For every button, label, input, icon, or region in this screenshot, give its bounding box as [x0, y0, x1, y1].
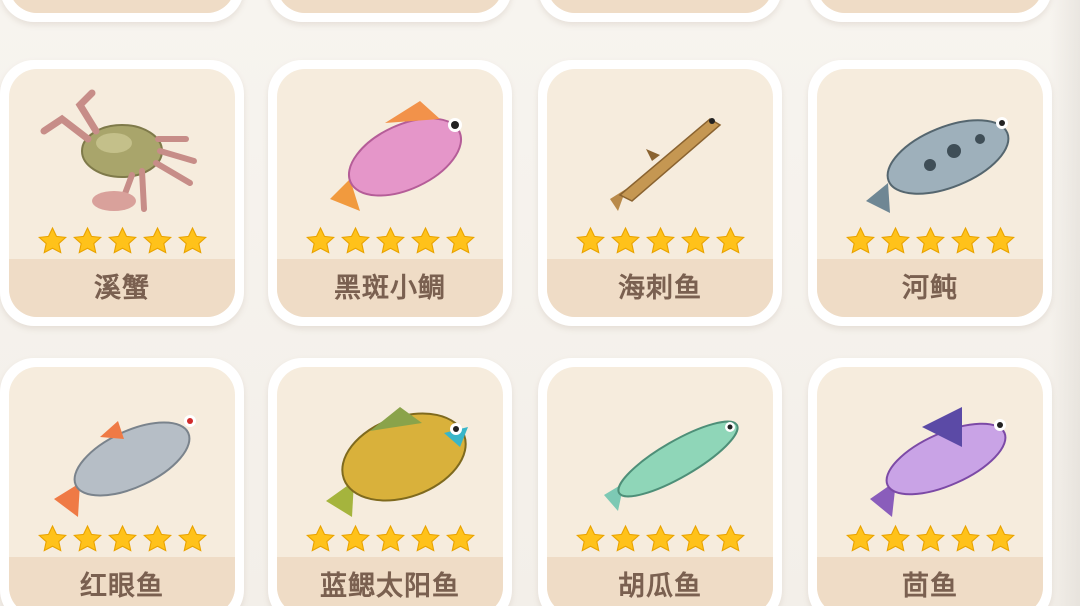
star-icon — [914, 225, 947, 259]
star-icon — [644, 225, 677, 259]
star-icon — [679, 523, 712, 557]
star-icon — [339, 225, 372, 259]
star-rating — [277, 523, 503, 557]
star-icon — [879, 523, 912, 557]
star-icon — [609, 225, 642, 259]
star-icon — [609, 523, 642, 557]
star-icon — [71, 523, 104, 557]
star-rating — [277, 225, 503, 259]
star-icon — [679, 225, 712, 259]
star-icon — [374, 523, 407, 557]
star-icon — [844, 225, 877, 259]
star-icon — [374, 225, 407, 259]
fish-card[interactable]: 溪蟹 — [0, 60, 244, 326]
pufferfish-icon — [827, 79, 1033, 229]
fish-name: 黑斑小鲷 — [334, 273, 446, 304]
stickleback-icon — [557, 79, 763, 229]
star-icon — [409, 225, 442, 259]
star-icon — [106, 523, 139, 557]
pink-bream-icon — [287, 79, 493, 229]
fish-card[interactable]: 茴鱼 — [808, 358, 1052, 606]
star-icon — [36, 523, 69, 557]
fish-card[interactable]: 黑斑小鲷 — [268, 60, 512, 326]
star-rating — [547, 523, 773, 557]
star-icon — [176, 523, 209, 557]
star-icon — [304, 225, 337, 259]
fish-name: 茴鱼 — [902, 571, 958, 602]
star-icon — [714, 523, 747, 557]
right-edge-shade — [1050, 0, 1080, 606]
star-icon — [106, 225, 139, 259]
star-icon — [714, 225, 747, 259]
star-icon — [914, 523, 947, 557]
fish-name: 海刺鱼 — [618, 273, 702, 304]
crab-icon — [19, 79, 225, 229]
star-rating — [817, 225, 1043, 259]
fish-card[interactable]: 蓝鳃太阳鱼 — [268, 358, 512, 606]
fish-card[interactable]: 河鲀 — [808, 60, 1052, 326]
fish-card[interactable]: 海刺鱼 — [538, 60, 782, 326]
smelt-icon — [557, 377, 763, 527]
fish-card[interactable]: 胡瓜鱼 — [538, 358, 782, 606]
fish-collection-screen: 溪蟹 黑斑小鲷 海刺鱼 河鲀 红眼鱼 蓝鳃太阳鱼 胡瓜鱼 茴鱼 — [0, 0, 1080, 606]
star-icon — [574, 225, 607, 259]
star-icon — [409, 523, 442, 557]
fish-name: 红眼鱼 — [80, 571, 164, 602]
star-icon — [141, 523, 174, 557]
star-rating — [9, 225, 235, 259]
fish-card[interactable]: 红眼鱼 — [0, 358, 244, 606]
star-rating — [547, 225, 773, 259]
grayling-icon — [827, 377, 1033, 527]
star-icon — [444, 225, 477, 259]
star-icon — [36, 225, 69, 259]
fish-name: 胡瓜鱼 — [618, 571, 702, 602]
star-rating — [9, 523, 235, 557]
star-icon — [644, 523, 677, 557]
fish-card-partial[interactable] — [268, 0, 512, 22]
star-icon — [444, 523, 477, 557]
star-icon — [879, 225, 912, 259]
fish-card-partial[interactable] — [808, 0, 1052, 22]
fish-name: 河鲀 — [902, 273, 958, 304]
star-icon — [304, 523, 337, 557]
star-icon — [844, 523, 877, 557]
bluegill-icon — [287, 377, 493, 527]
rudd-icon — [19, 377, 225, 527]
star-rating — [817, 523, 1043, 557]
fish-name: 蓝鳃太阳鱼 — [320, 571, 460, 602]
star-icon — [71, 225, 104, 259]
star-icon — [949, 523, 982, 557]
star-icon — [574, 523, 607, 557]
star-icon — [949, 225, 982, 259]
fish-name: 溪蟹 — [94, 273, 150, 304]
star-icon — [176, 225, 209, 259]
star-icon — [339, 523, 372, 557]
star-icon — [984, 225, 1017, 259]
fish-card-partial[interactable] — [0, 0, 244, 22]
star-icon — [984, 523, 1017, 557]
fish-card-partial[interactable] — [538, 0, 782, 22]
star-icon — [141, 225, 174, 259]
